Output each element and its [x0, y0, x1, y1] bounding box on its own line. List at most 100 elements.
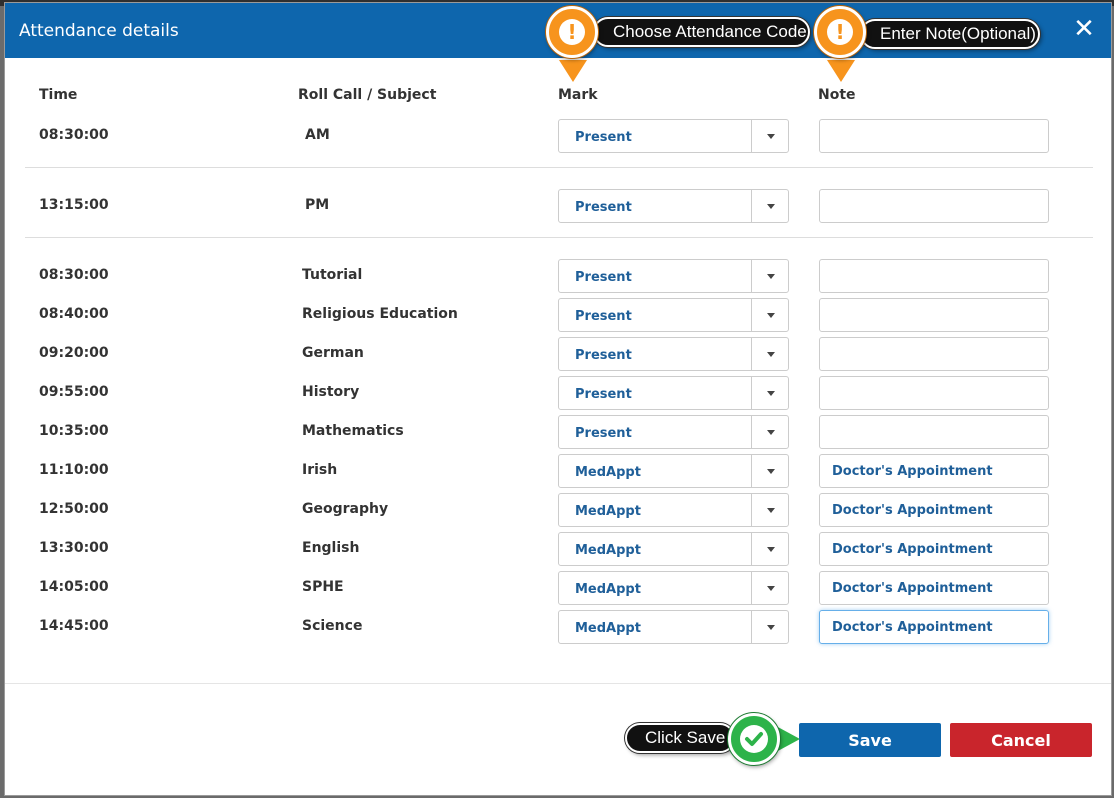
note-input[interactable] — [819, 454, 1049, 488]
mark-select[interactable]: Present — [558, 415, 789, 449]
note-input[interactable] — [819, 119, 1049, 153]
mark-select[interactable]: MedAppt — [558, 532, 789, 566]
note-input[interactable] — [819, 610, 1049, 644]
attendance-row: 14:45:00 Science MedAppt — [5, 610, 1111, 644]
row-subject: Mathematics — [302, 423, 404, 439]
row-time: 13:30:00 — [39, 540, 109, 556]
cancel-button[interactable]: Cancel — [950, 723, 1092, 757]
note-input[interactable] — [819, 376, 1049, 410]
row-subject: German — [302, 345, 364, 361]
chevron-down-icon[interactable] — [767, 547, 775, 552]
select-divider — [751, 416, 752, 448]
row-time: 08:40:00 — [39, 306, 109, 322]
attendance-row: 08:30:00 Tutorial Present — [5, 259, 1111, 293]
chevron-down-icon[interactable] — [767, 430, 775, 435]
attendance-row: 09:55:00 History Present — [5, 376, 1111, 410]
chevron-down-icon[interactable] — [767, 625, 775, 630]
warning-icon: ! — [814, 6, 866, 58]
attendance-row: 10:35:00 Mathematics Present — [5, 415, 1111, 449]
row-subject: AM — [305, 127, 330, 143]
warning-icon: ! — [546, 6, 598, 58]
row-subject: Irish — [302, 462, 338, 478]
mark-select[interactable]: MedAppt — [558, 610, 789, 644]
mark-select[interactable]: MedAppt — [558, 571, 789, 605]
row-divider — [25, 237, 1093, 238]
note-input[interactable] — [819, 415, 1049, 449]
select-divider — [751, 533, 752, 565]
attendance-row: 12:50:00 Geography MedAppt — [5, 493, 1111, 527]
attendance-row: 13:30:00 English MedAppt — [5, 532, 1111, 566]
mark-select[interactable]: MedAppt — [558, 454, 789, 488]
row-subject: History — [302, 384, 360, 400]
row-time: 09:55:00 — [39, 384, 109, 400]
mark-value: Present — [575, 426, 632, 441]
row-subject: English — [302, 540, 360, 556]
attendance-modal: Attendance details ✕ Time Roll Call / Su… — [4, 2, 1112, 796]
exclamation-icon: ! — [559, 19, 585, 45]
mark-select[interactable]: Present — [558, 119, 789, 153]
chevron-down-icon[interactable] — [767, 313, 775, 318]
column-header-note: Note — [818, 87, 856, 103]
mark-value: MedAppt — [575, 504, 641, 519]
mark-select[interactable]: MedAppt — [558, 493, 789, 527]
row-divider — [25, 167, 1093, 168]
row-subject: SPHE — [302, 579, 344, 595]
modal-title: Attendance details — [19, 21, 179, 41]
note-input[interactable] — [819, 189, 1049, 223]
note-input[interactable] — [819, 571, 1049, 605]
row-time: 12:50:00 — [39, 501, 109, 517]
chevron-down-icon[interactable] — [767, 352, 775, 357]
row-subject: Science — [302, 618, 363, 634]
note-input[interactable] — [819, 259, 1049, 293]
mark-select[interactable]: Present — [558, 298, 789, 332]
chevron-down-icon[interactable] — [767, 469, 775, 474]
chevron-down-icon[interactable] — [767, 508, 775, 513]
mark-value: Present — [575, 387, 632, 402]
mark-value: Present — [575, 309, 632, 324]
mark-select[interactable]: Present — [558, 189, 789, 223]
mark-value: Present — [575, 348, 632, 363]
row-time: 08:30:00 — [39, 267, 109, 283]
chevron-down-icon[interactable] — [767, 391, 775, 396]
close-icon[interactable]: ✕ — [1071, 16, 1097, 42]
select-divider — [751, 611, 752, 643]
tooltip-enter-note: Enter Note(Optional) — [860, 19, 1040, 49]
select-divider — [751, 572, 752, 604]
select-divider — [751, 120, 752, 152]
chevron-down-icon[interactable] — [767, 204, 775, 209]
warn-pointer-note — [827, 60, 855, 82]
mark-value: MedAppt — [575, 465, 641, 480]
mark-select[interactable]: Present — [558, 337, 789, 371]
mark-value: MedAppt — [575, 621, 641, 636]
row-time: 11:10:00 — [39, 462, 109, 478]
row-time: 13:15:00 — [39, 197, 109, 213]
note-input[interactable] — [819, 337, 1049, 371]
row-subject: PM — [305, 197, 330, 213]
select-divider — [751, 494, 752, 526]
select-divider — [751, 338, 752, 370]
note-input[interactable] — [819, 532, 1049, 566]
note-input[interactable] — [819, 493, 1049, 527]
row-time: 10:35:00 — [39, 423, 109, 439]
select-divider — [751, 190, 752, 222]
footer-divider — [5, 683, 1111, 684]
chevron-down-icon[interactable] — [767, 134, 775, 139]
select-divider — [751, 299, 752, 331]
chevron-down-icon[interactable] — [767, 274, 775, 279]
mark-select[interactable]: Present — [558, 259, 789, 293]
row-subject: Geography — [302, 501, 389, 517]
tooltip-choose-code: Choose Attendance Code — [593, 17, 810, 47]
attendance-row: 08:40:00 Religious Education Present — [5, 298, 1111, 332]
checkmark-icon — [745, 732, 763, 746]
row-time: 08:30:00 — [39, 127, 109, 143]
checkmark-badge — [728, 713, 780, 765]
column-header-mark: Mark — [558, 87, 598, 103]
mark-value: MedAppt — [575, 582, 641, 597]
mark-select[interactable]: Present — [558, 376, 789, 410]
note-input[interactable] — [819, 298, 1049, 332]
save-button[interactable]: Save — [799, 723, 941, 757]
row-subject: Religious Education — [302, 306, 458, 322]
chevron-down-icon[interactable] — [767, 586, 775, 591]
select-divider — [751, 260, 752, 292]
tooltip-click-save: Click Save — [625, 723, 735, 753]
